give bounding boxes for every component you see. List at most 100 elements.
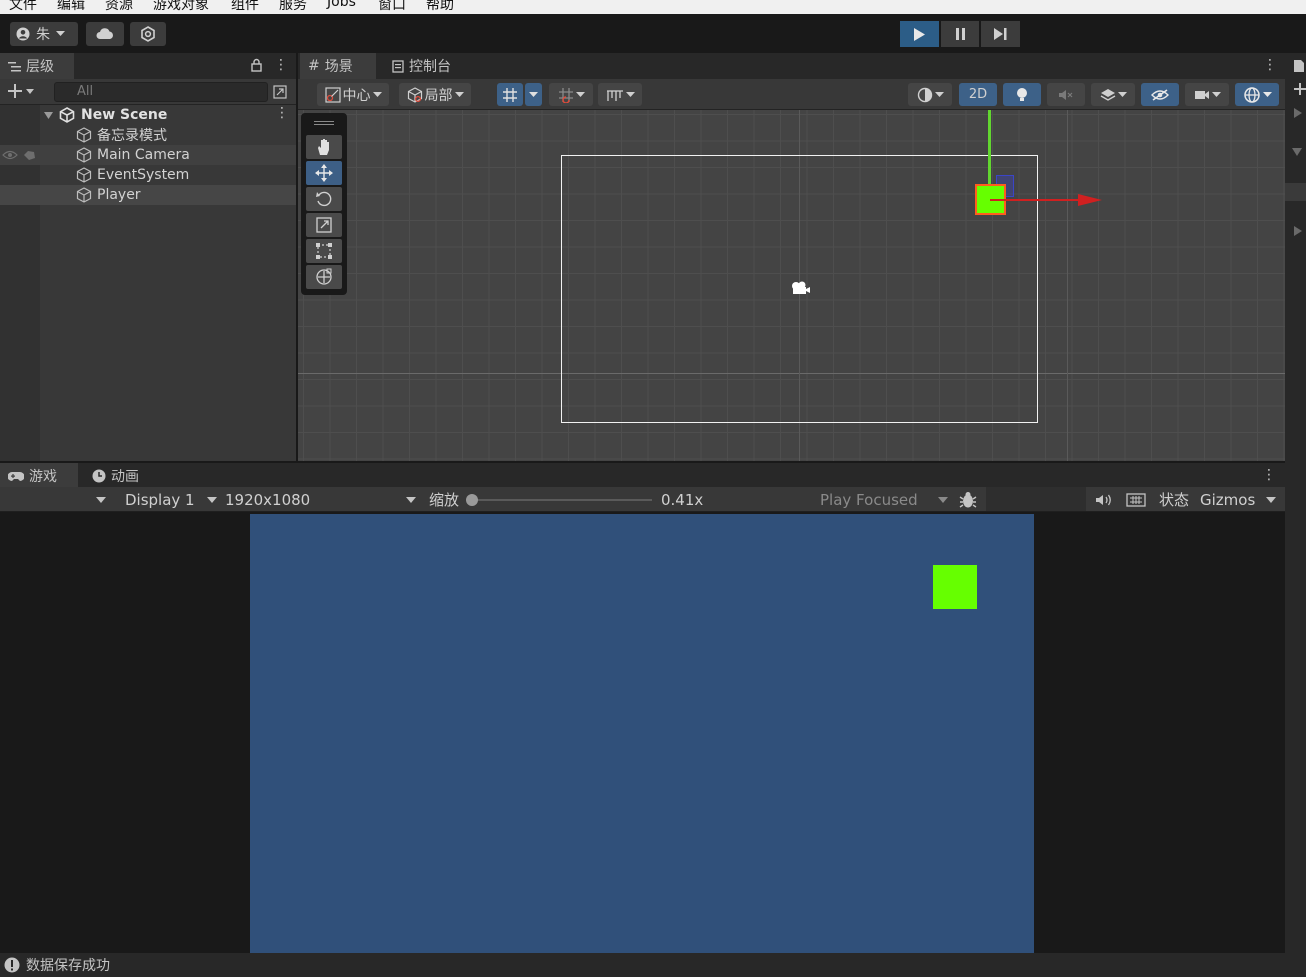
visibility-eye-icon[interactable] bbox=[2, 150, 18, 160]
scene-visibility-toggle[interactable] bbox=[1141, 83, 1179, 106]
chevron-down-icon bbox=[1266, 496, 1276, 503]
scene-row[interactable]: New Scene ⋮ bbox=[0, 105, 296, 125]
unity-scene-icon bbox=[59, 107, 75, 123]
mode-2d-toggle[interactable]: 2D bbox=[959, 83, 997, 106]
display-dropdown[interactable]: Display 1 bbox=[125, 489, 217, 510]
game-view[interactable] bbox=[250, 514, 1034, 953]
scale-slider-track[interactable] bbox=[472, 499, 652, 501]
tab-console[interactable]: 控制台 bbox=[384, 53, 464, 79]
lightbulb-icon bbox=[1017, 87, 1027, 101]
pickable-hand-icon[interactable] bbox=[22, 149, 36, 161]
gizmos-toggle[interactable]: Gizmos bbox=[1200, 489, 1255, 510]
more-menu-icon[interactable]: ⋮ bbox=[1262, 467, 1276, 483]
rotate-tool-button[interactable] bbox=[306, 187, 342, 211]
collab-button[interactable] bbox=[130, 22, 166, 46]
increment-snap-dropdown[interactable] bbox=[549, 83, 593, 106]
play-button[interactable] bbox=[900, 21, 939, 47]
menu-help[interactable]: 帮助 bbox=[426, 0, 454, 14]
grid-snap-toggle[interactable] bbox=[497, 83, 523, 106]
camera-dropdown[interactable] bbox=[1185, 83, 1229, 106]
audio-toggle[interactable] bbox=[1047, 83, 1085, 106]
hierarchy-item[interactable]: EventSystem bbox=[0, 165, 296, 185]
rect-tool-button[interactable] bbox=[306, 239, 342, 263]
chevron-down-icon bbox=[625, 91, 635, 97]
scene-panel: # 场景 控制台 ⋮ 中心 局部 2D bbox=[298, 53, 1285, 461]
menu-edit[interactable]: 编辑 bbox=[57, 0, 85, 14]
resolution-dropdown[interactable]: 1920x1080 bbox=[225, 489, 416, 510]
scene-viewport[interactable] bbox=[298, 110, 1285, 461]
menu-jobs[interactable]: Jobs bbox=[327, 0, 356, 10]
lighting-toggle[interactable] bbox=[1003, 83, 1041, 106]
step-button[interactable] bbox=[981, 21, 1021, 47]
plus-icon bbox=[8, 84, 22, 98]
grid-snap-dropdown[interactable] bbox=[525, 83, 542, 106]
space-dropdown[interactable]: 局部 bbox=[399, 83, 471, 106]
menu-file[interactable]: 文件 bbox=[9, 0, 37, 14]
cloud-button[interactable] bbox=[86, 22, 124, 46]
game-view-type-dropdown[interactable] bbox=[96, 489, 106, 510]
chevron-down-icon[interactable] bbox=[1292, 148, 1302, 156]
rotate-icon bbox=[316, 191, 332, 207]
menu-services[interactable]: 服务 bbox=[279, 0, 307, 14]
move-tool-button[interactable] bbox=[306, 161, 342, 185]
hierarchy-item-selected[interactable]: Player bbox=[0, 185, 296, 205]
tab-game[interactable]: 游戏 bbox=[0, 463, 78, 489]
account-dropdown[interactable]: 朱 bbox=[10, 22, 78, 46]
resolution-label: 1920x1080 bbox=[225, 490, 311, 509]
selected-strip-row[interactable] bbox=[1285, 183, 1306, 201]
chevron-down-icon bbox=[207, 496, 217, 503]
gamepad-icon bbox=[8, 471, 24, 481]
layers-effects-icon bbox=[1100, 88, 1115, 101]
plus-icon[interactable] bbox=[1294, 83, 1306, 95]
tab-scene[interactable]: # 场景 bbox=[300, 53, 376, 79]
lock-icon[interactable] bbox=[251, 58, 262, 72]
chevron-down-icon bbox=[1211, 91, 1221, 97]
tab-hierarchy[interactable]: 层级 bbox=[0, 53, 74, 79]
more-menu-icon[interactable]: ⋮ bbox=[274, 57, 288, 73]
chevron-down-icon bbox=[938, 496, 948, 503]
scale-tool-button[interactable] bbox=[306, 213, 342, 237]
create-dropdown[interactable] bbox=[8, 84, 34, 98]
audio-muted-icon bbox=[1059, 89, 1073, 100]
effects-dropdown[interactable] bbox=[1091, 83, 1135, 106]
chevron-down-icon bbox=[529, 91, 538, 97]
pivot-dropdown[interactable]: 中心 bbox=[317, 83, 389, 106]
hierarchy-item[interactable]: 备忘录模式 bbox=[0, 125, 296, 145]
tab-animation[interactable]: 动画 bbox=[84, 463, 154, 489]
transform-tool-button[interactable] bbox=[306, 265, 342, 289]
menu-component[interactable]: 组件 bbox=[231, 0, 259, 14]
scale-slider-thumb[interactable] bbox=[466, 494, 478, 506]
hand-tool-button[interactable] bbox=[306, 135, 342, 159]
menu-gameobject[interactable]: 游戏对象 bbox=[153, 0, 209, 14]
draw-mode-dropdown[interactable] bbox=[908, 83, 952, 106]
shortcuts-toggle[interactable] bbox=[1126, 489, 1146, 510]
gizmos-dropdown-arrow[interactable] bbox=[1266, 489, 1276, 510]
stats-toggle[interactable]: 状态 bbox=[1159, 489, 1189, 510]
play-focused-label: Play Focused bbox=[820, 490, 918, 509]
chevron-right-icon[interactable] bbox=[1294, 226, 1302, 236]
debug-toggle[interactable] bbox=[958, 489, 978, 510]
hierarchy-item[interactable]: Main Camera bbox=[0, 145, 296, 165]
gizmos-dropdown[interactable] bbox=[1235, 83, 1279, 106]
more-menu-icon[interactable]: ⋮ bbox=[1263, 57, 1277, 73]
chevron-right-icon[interactable] bbox=[1294, 108, 1302, 118]
gameobject-icon bbox=[76, 127, 92, 143]
drag-handle[interactable] bbox=[314, 121, 334, 125]
scene-menu-icon[interactable]: ⋮ bbox=[275, 105, 289, 121]
increment-snap-icon bbox=[558, 87, 573, 103]
expand-arrow-icon[interactable] bbox=[44, 111, 53, 119]
menu-assets[interactable]: 资源 bbox=[105, 0, 133, 14]
scene-visibility-icon[interactable] bbox=[273, 85, 287, 99]
x-axis-handle[interactable] bbox=[990, 199, 1082, 201]
mute-audio-toggle[interactable] bbox=[1095, 489, 1113, 510]
play-focused-dropdown[interactable]: Play Focused bbox=[820, 489, 948, 510]
game-bar-spacer bbox=[986, 487, 1086, 511]
menu-window[interactable]: 窗口 bbox=[378, 0, 406, 14]
rect-transform-icon bbox=[316, 243, 332, 259]
pause-button[interactable] bbox=[940, 21, 980, 47]
hierarchy-search-input[interactable]: All bbox=[54, 82, 268, 102]
camera-gizmo-icon[interactable] bbox=[789, 280, 811, 296]
ruler-snap-dropdown[interactable] bbox=[598, 83, 642, 106]
y-axis-handle[interactable] bbox=[988, 110, 991, 192]
chevron-down-icon bbox=[372, 91, 382, 97]
